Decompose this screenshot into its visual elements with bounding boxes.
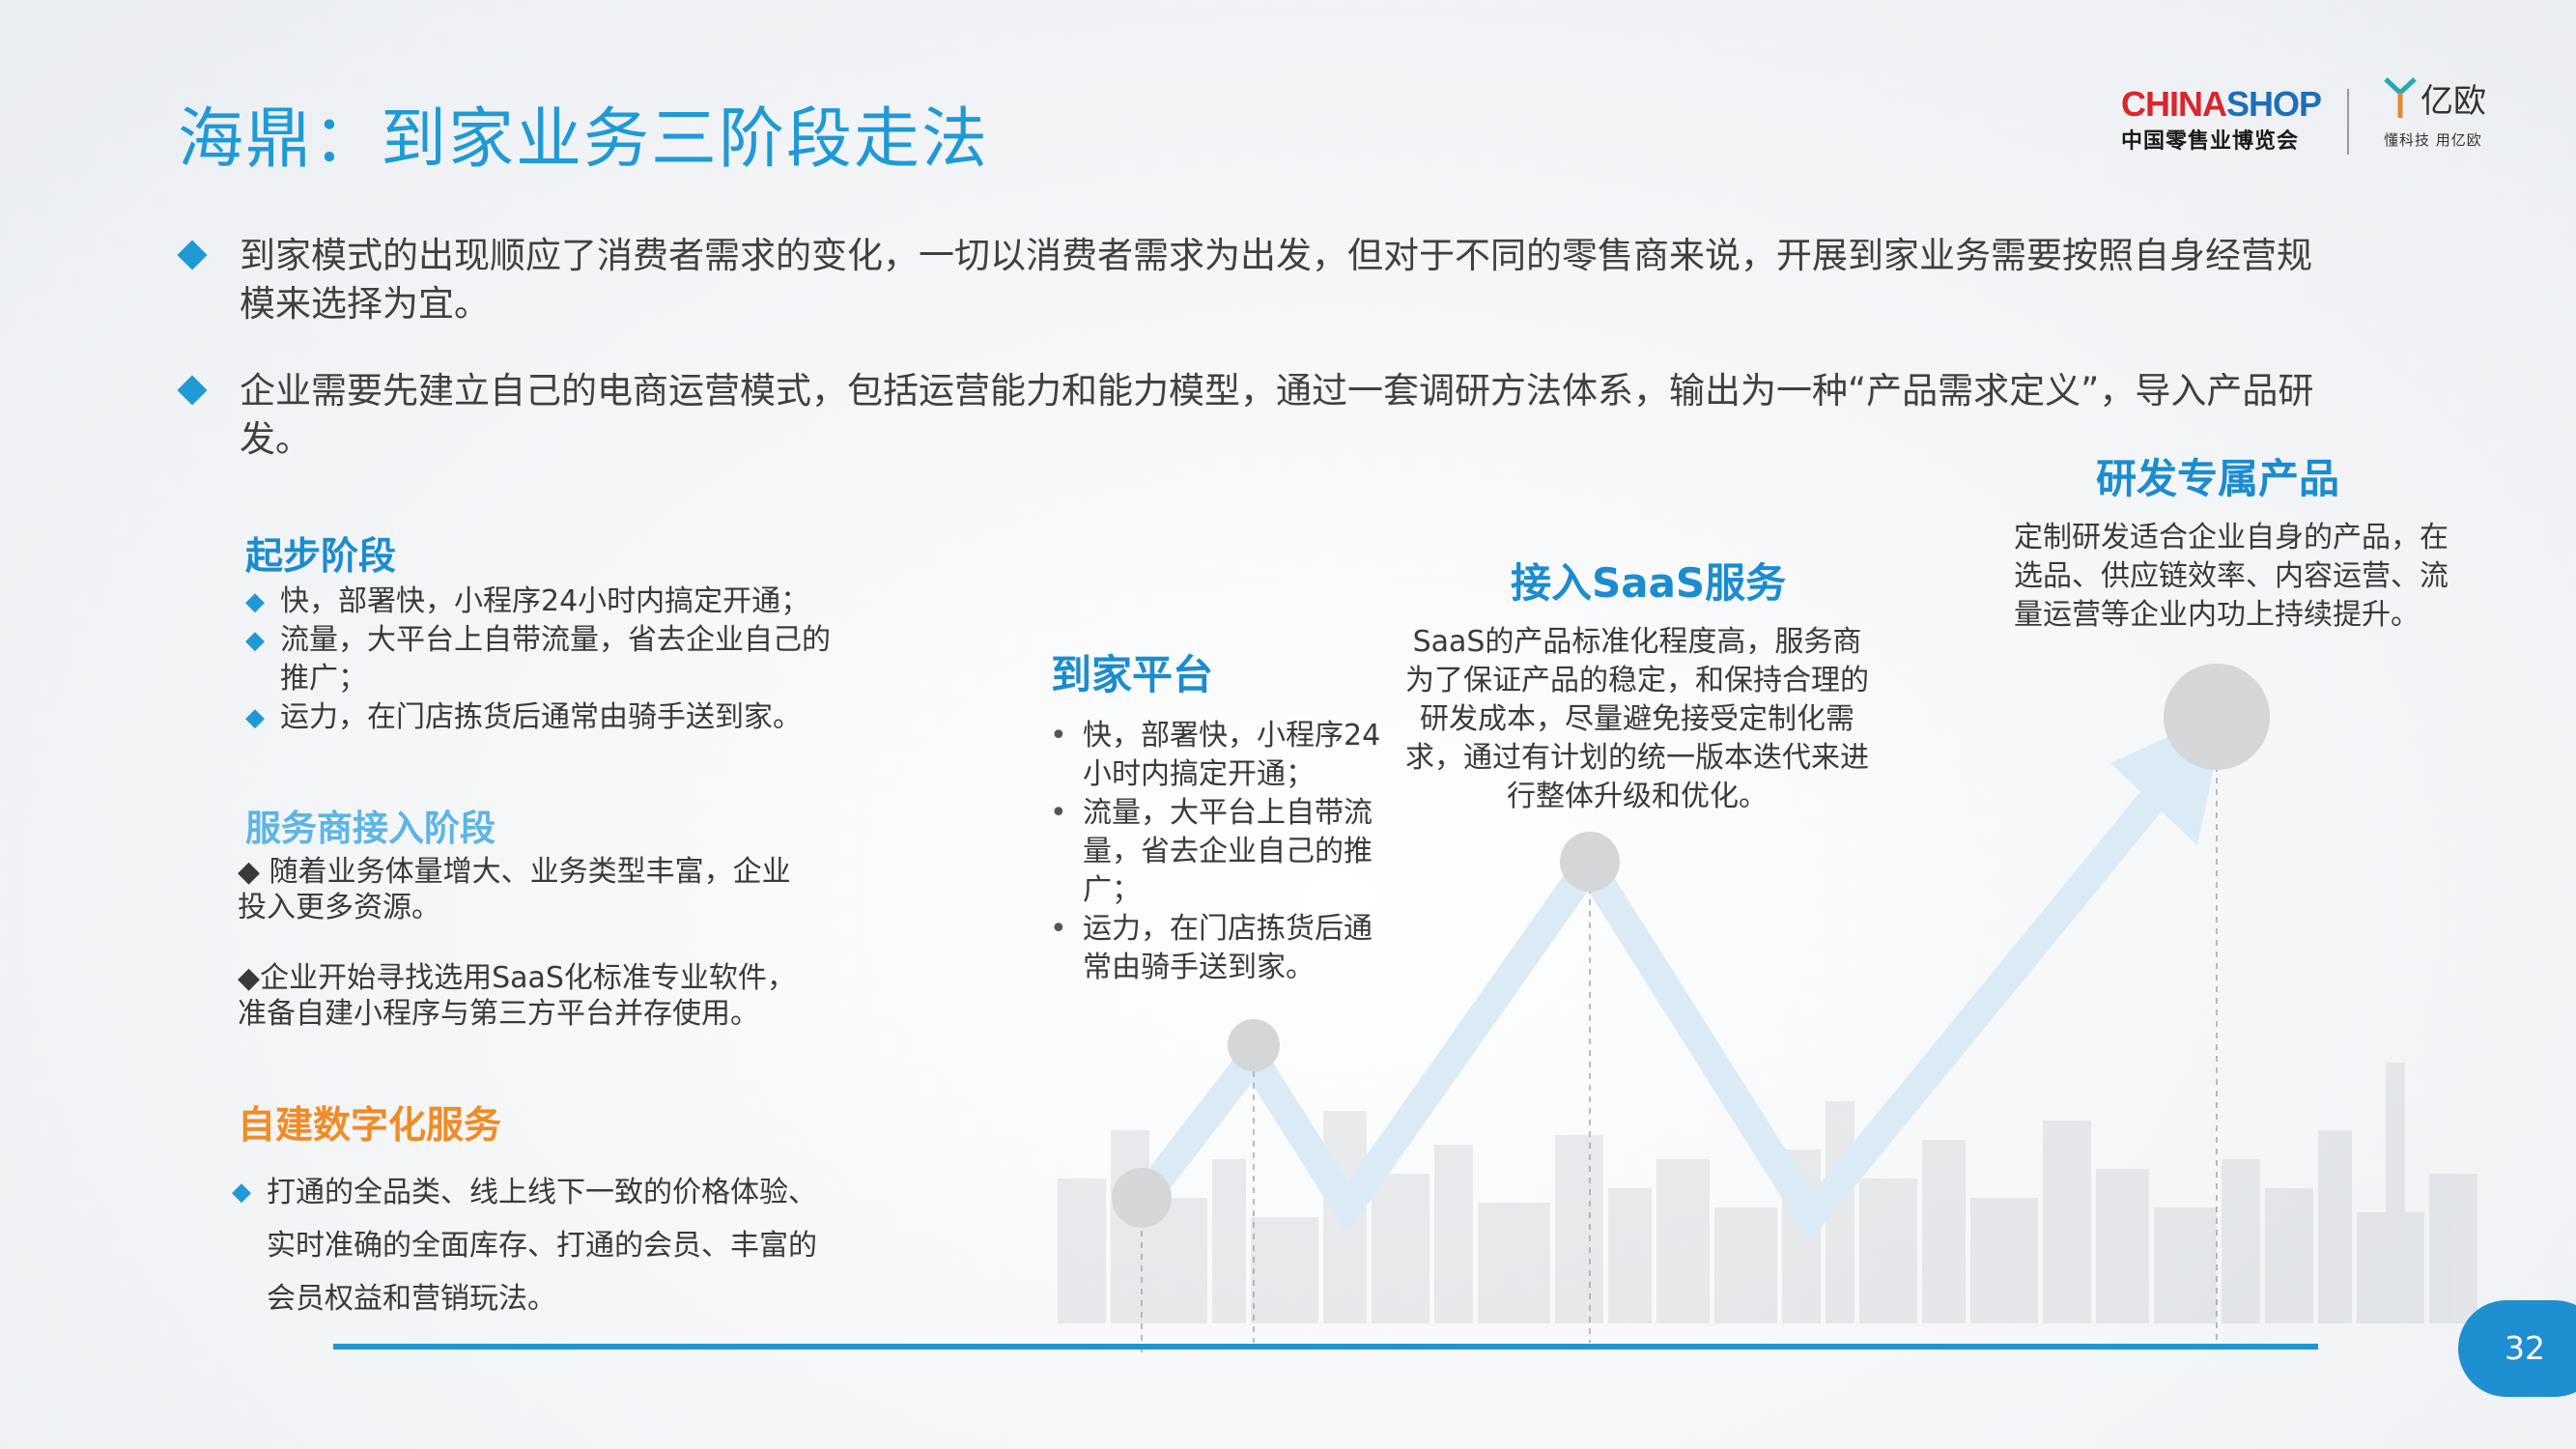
logo-divider: [2347, 89, 2349, 155]
saas-title: 接入SaaS服务: [1511, 559, 1787, 607]
milestone-dot-3: [1560, 832, 1620, 892]
yiou-tagline: 懂科技 用亿欧: [2384, 131, 2482, 149]
milestone-dot-4: [2164, 664, 2270, 770]
rd-title: 研发专属产品: [2096, 455, 2340, 502]
chinashop-logo: CHINASHOP 中国零售业博览会: [2121, 84, 2322, 155]
diamond-bullet-icon: ◆: [245, 587, 265, 616]
stage1-title: 起步阶段: [245, 535, 397, 579]
page-title: 海鼎：到家业务三阶段走法: [178, 101, 990, 178]
diamond-bullet-icon: ◆: [245, 626, 265, 655]
diamond-bullet-icon: [177, 375, 208, 406]
diamond-bullet-icon: [177, 240, 208, 270]
bullet-point-2: 企业需要先建立自己的电商运营模式，包括运营能力和能力模型，通过一套调研方法体系，…: [177, 367, 2422, 464]
page-number-badge: 32: [2458, 1300, 2576, 1397]
diamond-bullet-icon: ◆: [232, 1178, 251, 1207]
bullet-point-1: 到家模式的出现顺应了消费者需求的变化，一切以消费者需求为出发，但对于不同的零售商…: [177, 232, 2422, 328]
yiou-mark-icon: [2384, 77, 2417, 118]
stage2-text-2: ◆企业开始寻找选用SaaS化标准专业软件，准备自建小程序与第三方平台并存使用。: [238, 961, 796, 1031]
milestone-dot-1: [1112, 1168, 1172, 1228]
milestone-dot-2: [1228, 1019, 1280, 1071]
stage3-title: 自建数字化服务: [238, 1104, 502, 1148]
saas-text: SaaS的产品标准化程度高，服务商为了保证产品的稳定，和保持合理的研发成本，尽量…: [1405, 625, 1869, 813]
diamond-bullet-icon: ◆: [245, 703, 265, 732]
stage1-list: ◆ 快，部署快，小程序24小时内搞定开通； ◆ 流量，大平台上自带流量，省去企业自己…: [245, 582, 863, 737]
chinashop-subtitle: 中国零售业博览会: [2121, 129, 2300, 154]
stage2-text-1: ◆ 随着业务体量增大、业务类型丰富，企业投入更多资源。: [238, 855, 791, 924]
platform-title: 到家平台: [1051, 651, 1214, 698]
stage3-text: ◆ 打通的全品类、线上线下一致的价格体验、实时准确的全面库存、打通的会员、丰富的会…: [232, 1166, 850, 1325]
yiou-logo: 亿欧 懂科技 用亿欧: [2384, 75, 2519, 150]
platform-list: 快，部署快，小程序24小时内搞定开通； 流量，大平台上自带流量，省去企业自己的推…: [1046, 717, 1384, 987]
stage2-title: 服务商接入阶段: [245, 808, 495, 849]
rd-text: 定制研发适合企业自身的产品，在选品、供应链效率、内容运营、流量运营等企业内功上持…: [2014, 521, 2449, 632]
